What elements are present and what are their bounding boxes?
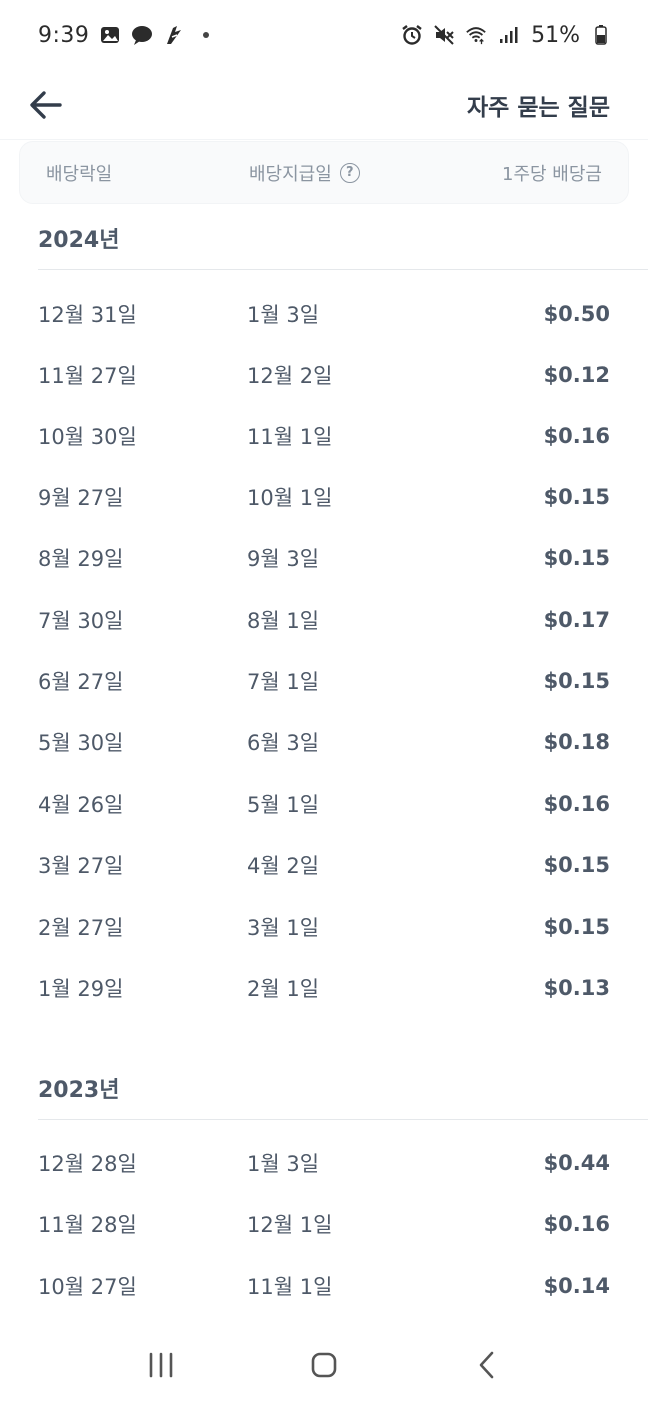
table-row: 3월 27일 4월 2일 $0.15 — [38, 834, 610, 895]
ex-date-cell: 11월 27일 — [38, 363, 137, 388]
table-row: 12월 31일 1월 3일 $0.50 — [38, 283, 610, 344]
ex-date-cell: 8월 29일 — [38, 546, 124, 571]
recent-apps-icon — [150, 1352, 173, 1378]
table-row: 8월 29일 9월 3일 $0.15 — [38, 527, 610, 588]
pay-date-cell: 7월 1일 — [247, 669, 320, 694]
pay-date-cell: 4월 2일 — [247, 853, 320, 878]
table-column-header: 배당락일 배당지급일 ? 1주당 배당금 — [19, 141, 629, 204]
chevron-left-icon — [479, 1351, 493, 1379]
amount-cell: $0.15 — [543, 852, 610, 877]
ex-date-cell: 12월 31일 — [38, 302, 137, 327]
pay-date-cell: 10월 1일 — [247, 485, 333, 510]
column-ex-date: 배당락일 — [46, 163, 113, 185]
ex-date-cell: 10월 27일 — [38, 1274, 137, 1299]
table-row: 11월 27일 12월 2일 $0.12 — [38, 344, 610, 405]
app-notification-icon — [163, 24, 185, 46]
ex-date-cell: 6월 27일 — [38, 669, 124, 694]
amount-cell: $0.17 — [543, 607, 610, 632]
amount-cell: $0.15 — [543, 668, 610, 693]
pay-date-cell: 5월 1일 — [247, 792, 320, 817]
table-row: 10월 30일 11월 1일 $0.16 — [38, 405, 610, 466]
year-title: 2023년 — [38, 1078, 120, 1103]
pay-date-cell: 11월 1일 — [247, 1274, 333, 1299]
ex-date-cell: 2월 27일 — [38, 915, 124, 940]
status-time: 9:39 — [38, 22, 90, 48]
ex-date-cell: 1월 29일 — [38, 976, 124, 1001]
ex-date-cell: 3월 27일 — [38, 853, 124, 878]
wifi-icon — [465, 24, 487, 46]
battery-percent: 51% — [531, 22, 580, 48]
table-row: 5월 30일 6월 3일 $0.18 — [38, 711, 610, 772]
table-row: 11월 28일 12월 1일 $0.16 — [38, 1193, 610, 1254]
year-divider — [38, 269, 648, 270]
amount-cell: $0.15 — [543, 484, 610, 509]
amount-cell: $0.50 — [543, 301, 610, 326]
pay-date-cell: 3월 1일 — [247, 915, 320, 940]
back-button[interactable] — [26, 85, 66, 125]
ex-date-cell: 10월 30일 — [38, 424, 137, 449]
battery-icon — [590, 24, 612, 46]
ex-date-cell: 9월 27일 — [38, 485, 124, 510]
ex-date-cell: 12월 28일 — [38, 1151, 137, 1176]
column-pay-date: 배당지급일 ? — [249, 160, 449, 186]
amount-cell: $0.15 — [543, 545, 610, 570]
chat-bubble-icon — [131, 24, 153, 46]
amount-cell: $0.18 — [543, 729, 610, 754]
table-row: 6월 27일 7월 1일 $0.15 — [38, 650, 610, 711]
table-row: 2월 27일 3월 1일 $0.15 — [38, 896, 610, 957]
ex-date-cell: 5월 30일 — [38, 730, 124, 755]
pay-date-cell: 2월 1일 — [247, 976, 320, 1001]
recent-apps-button[interactable] — [131, 1335, 191, 1395]
amount-cell: $0.16 — [543, 1211, 610, 1236]
status-bar: 9:39 51% — [0, 0, 648, 70]
home-button[interactable] — [294, 1335, 354, 1395]
faq-link[interactable]: 자주 묻는 질문 — [467, 88, 610, 122]
table-row: 4월 26일 5월 1일 $0.16 — [38, 773, 610, 834]
app-header: 자주 묻는 질문 — [0, 70, 648, 140]
column-amount: 1주당 배당금 — [502, 163, 602, 185]
pay-date-cell: 1월 3일 — [247, 302, 320, 327]
pay-date-cell: 12월 2일 — [247, 363, 333, 388]
status-right: 51% — [401, 23, 612, 48]
pay-date-cell: 6월 3일 — [247, 730, 320, 755]
gallery-icon — [99, 24, 121, 46]
amount-cell: $0.16 — [543, 423, 610, 448]
amount-cell: $0.13 — [543, 975, 610, 1000]
ex-date-cell: 11월 28일 — [38, 1212, 137, 1237]
pay-date-cell: 8월 1일 — [247, 608, 320, 633]
dividend-history-screen: 9:39 51% 자주 묻는 질문 배당락일 배당지급일 ? 1주당 배당금 2… — [0, 0, 648, 1404]
mute-icon — [433, 24, 455, 46]
year-divider — [38, 1119, 648, 1120]
arrow-left-icon — [30, 90, 62, 119]
back-nav-button[interactable] — [457, 1335, 517, 1395]
amount-cell: $0.16 — [543, 791, 610, 816]
amount-cell: $0.15 — [543, 914, 610, 939]
system-nav-bar — [0, 1326, 648, 1404]
signal-icon — [497, 24, 519, 46]
notification-dot — [203, 32, 210, 38]
pay-date-cell: 9월 3일 — [247, 546, 320, 571]
column-pay-date-label: 배당지급일 — [249, 163, 332, 185]
ex-date-cell: 7월 30일 — [38, 608, 124, 633]
status-left: 9:39 — [38, 22, 210, 48]
table-row: 1월 29일 2월 1일 $0.13 — [38, 957, 610, 1018]
amount-cell: $0.14 — [543, 1273, 610, 1298]
amount-cell: $0.44 — [543, 1150, 610, 1175]
amount-cell: $0.12 — [543, 362, 610, 387]
pay-date-cell: 11월 1일 — [247, 424, 333, 449]
home-icon — [311, 1352, 337, 1378]
table-row: 9월 27일 10월 1일 $0.15 — [38, 466, 610, 527]
year-title: 2024년 — [38, 228, 120, 253]
help-icon[interactable]: ? — [339, 162, 360, 183]
table-row: 7월 30일 8월 1일 $0.17 — [38, 589, 610, 650]
table-row: 10월 27일 11월 1일 $0.14 — [38, 1255, 610, 1316]
alarm-icon — [401, 24, 423, 46]
table-row: 12월 28일 1월 3일 $0.44 — [38, 1132, 610, 1193]
pay-date-cell: 1월 3일 — [247, 1151, 320, 1176]
ex-date-cell: 4월 26일 — [38, 792, 124, 817]
pay-date-cell: 12월 1일 — [247, 1212, 333, 1237]
